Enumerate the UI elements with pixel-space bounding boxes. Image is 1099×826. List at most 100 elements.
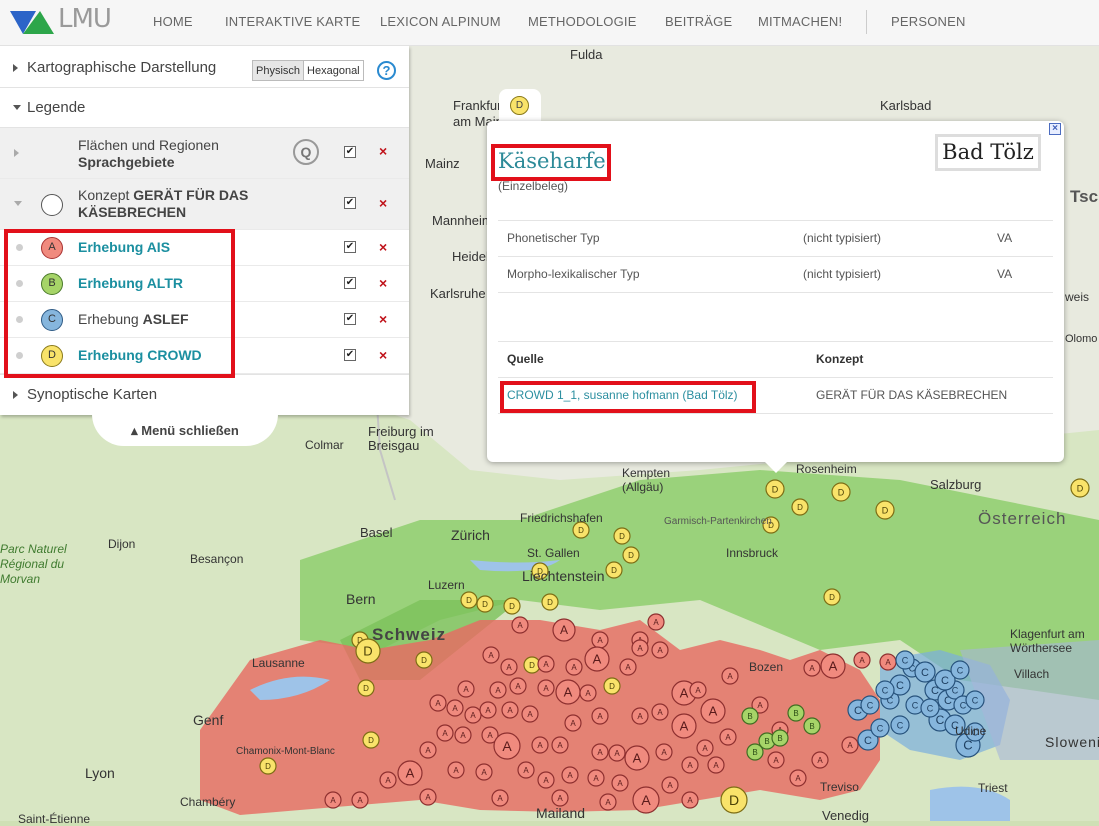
- map-marker-letter: C: [941, 675, 949, 687]
- legend-row-sprachgebiete: Flächen und Regionen Sprachgebiete Q ✔ ×: [0, 128, 409, 179]
- divider: [498, 220, 1053, 221]
- map-marker-letter: D: [619, 532, 625, 541]
- map-label: Friedrichshafen: [520, 511, 603, 525]
- map-marker-letter: A: [641, 792, 651, 808]
- map-label: Dijon: [108, 537, 136, 551]
- map-marker-letter: A: [543, 776, 549, 785]
- logo-text[interactable]: LMU: [58, 4, 112, 34]
- map-marker-letter: C: [882, 685, 889, 695]
- type-code: VA: [997, 231, 1013, 245]
- map-marker-letter: A: [757, 701, 763, 710]
- remove-icon[interactable]: ×: [379, 239, 387, 255]
- map-label: Tsc: [1070, 187, 1099, 206]
- map-marker-letter: A: [680, 719, 689, 734]
- map-label: Zürich: [451, 527, 490, 543]
- section-legende[interactable]: Legende: [0, 88, 409, 128]
- map-label: Treviso: [820, 780, 859, 794]
- collapse-arrow-icon[interactable]: [14, 201, 22, 206]
- map-label: Freiburg im Breisgau: [368, 424, 434, 453]
- map-marker-letter: D: [466, 596, 472, 605]
- map-marker-letter: A: [625, 663, 631, 672]
- type-label: Phonetischer Typ: [507, 231, 600, 245]
- nav-home[interactable]: HOME: [153, 14, 193, 29]
- map-marker-letter: C: [921, 667, 929, 679]
- map-label: Klagenfurt am Wörthersee: [1010, 627, 1085, 655]
- map-marker-letter: B: [809, 722, 814, 731]
- visibility-checkbox[interactable]: ✔: [344, 241, 356, 253]
- expand-arrow-icon[interactable]: [14, 149, 19, 157]
- visibility-checkbox[interactable]: ✔: [344, 313, 356, 325]
- nav-lexicon-alpinum[interactable]: LEXICON ALPINUM: [380, 14, 501, 29]
- remove-icon[interactable]: ×: [379, 195, 387, 211]
- map-label: Liechtenstein: [522, 568, 605, 584]
- map-marker-letter: A: [657, 708, 663, 717]
- map-label: Lausanne: [252, 656, 305, 670]
- marker-d-icon: D: [510, 96, 529, 115]
- map-label: Mailand: [536, 805, 586, 821]
- nav-divider: [866, 10, 867, 34]
- highlight-erhebungen: [4, 229, 235, 378]
- nav-beitraege[interactable]: BEITRÄGE: [665, 14, 732, 29]
- legend-label: Flächen und Regionen Sprachgebiete: [78, 137, 219, 171]
- map-label: Schweiz: [372, 625, 447, 644]
- display-mode-toggle: Physisch Hexagonal: [252, 60, 364, 81]
- nav-methodologie[interactable]: METHODOLOGIE: [528, 14, 637, 29]
- remove-icon[interactable]: ×: [379, 311, 387, 327]
- remove-icon[interactable]: ×: [379, 347, 387, 363]
- map-marker-letter: A: [727, 672, 733, 681]
- map-marker-letter: A: [661, 748, 667, 757]
- map-marker-letter: A: [502, 738, 512, 754]
- map-label: Kempten (Allgäu): [622, 466, 671, 494]
- concept-circle-icon: [41, 194, 63, 216]
- map-label: Salzburg: [930, 477, 982, 492]
- query-icon-letter: Q: [300, 144, 312, 160]
- visibility-checkbox[interactable]: ✔: [344, 146, 356, 158]
- visibility-checkbox[interactable]: ✔: [344, 197, 356, 209]
- map-label: weis: [1065, 290, 1090, 304]
- help-icon[interactable]: ?: [377, 61, 396, 80]
- map-marker-letter: A: [453, 766, 459, 775]
- divider: [498, 256, 1053, 257]
- visibility-checkbox[interactable]: ✔: [344, 349, 356, 361]
- option-hexagonal[interactable]: Hexagonal: [304, 61, 363, 80]
- map-marker-letter: C: [912, 700, 919, 710]
- map-marker-letter: A: [817, 756, 823, 765]
- map-label: Villach: [1014, 667, 1050, 681]
- konzept-value: GERÄT FÜR DAS KÄSEBRECHEN: [816, 388, 1008, 402]
- close-icon[interactable]: ×: [1049, 123, 1061, 135]
- divider: [498, 377, 1053, 378]
- nav-mitmachen[interactable]: MITMACHEN!: [758, 14, 842, 29]
- map-label: Slowenien: [1045, 734, 1099, 750]
- legend-label-bold: GERÄT FÜR DAS: [133, 187, 249, 203]
- query-icon[interactable]: Q: [293, 139, 319, 165]
- section-synoptische-karten[interactable]: Synoptische Karten: [0, 374, 409, 414]
- map-marker-letter: A: [585, 689, 591, 698]
- map-label: Saint-Étienne: [18, 812, 91, 826]
- map-marker-letter: A: [653, 618, 659, 627]
- legend-label-prefix: Konzept: [78, 187, 134, 203]
- map-marker-letter: C: [936, 713, 945, 727]
- map-marker-letter: A: [702, 744, 708, 753]
- map-label: Luzern: [428, 578, 465, 592]
- map-label: Parc Naturel Régional du Morvan: [0, 542, 67, 586]
- map-marker-letter: A: [495, 686, 501, 695]
- map-label: Triest: [978, 781, 1008, 795]
- map-marker-letter: D: [772, 484, 779, 494]
- map-label: Karlsbad: [880, 98, 932, 113]
- map-marker-letter: C: [972, 695, 979, 705]
- map-marker-letter: C: [902, 655, 909, 665]
- close-menu-button[interactable]: ▴ Menü schließen: [92, 414, 278, 446]
- remove-icon[interactable]: ×: [379, 275, 387, 291]
- option-physisch[interactable]: Physisch: [253, 61, 305, 80]
- map-marker-letter: A: [597, 712, 603, 721]
- map-label: Chamonix-Mont-Blanc: [236, 746, 335, 757]
- nav-interaktive-karte[interactable]: INTERAKTIVE KARTE: [225, 14, 360, 29]
- map-marker-letter: A: [537, 741, 543, 750]
- section-title: Synoptische Karten: [27, 386, 158, 403]
- map-marker-letter: D: [609, 682, 615, 691]
- nav-personen[interactable]: PERSONEN: [891, 14, 966, 29]
- map-marker-letter: A: [617, 779, 623, 788]
- map-marker-letter: D: [421, 656, 427, 665]
- remove-icon[interactable]: ×: [379, 143, 387, 159]
- visibility-checkbox[interactable]: ✔: [344, 277, 356, 289]
